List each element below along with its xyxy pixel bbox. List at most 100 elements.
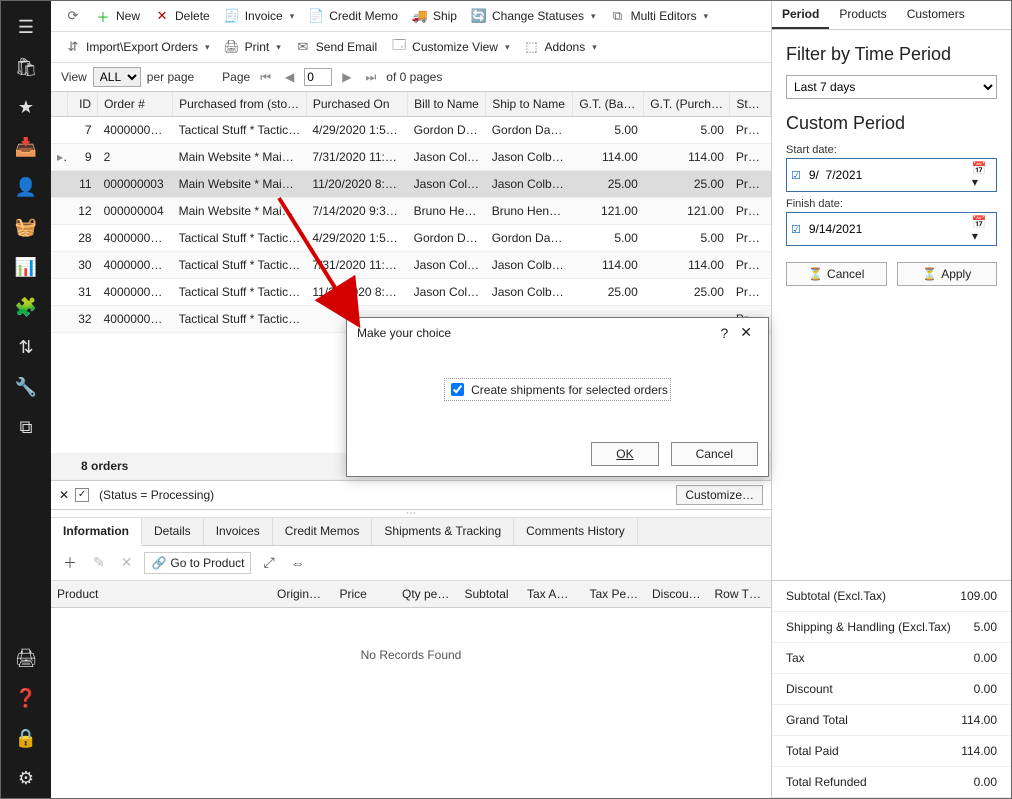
filter-clear-button[interactable]: ✕ [59, 488, 69, 502]
star-icon[interactable]: ★ [1, 87, 51, 127]
col-tax-am-[interactable]: Tax Am… [521, 581, 584, 608]
addons-button[interactable]: ⬚Addons▾ [518, 36, 603, 58]
view-select[interactable]: ALL [93, 67, 141, 87]
edit-row-button[interactable]: ✎ [89, 552, 109, 573]
table-row[interactable]: 12000000004Main Website * Main …7/14/202… [51, 198, 771, 225]
caret-icon: ▾ [276, 42, 281, 53]
customize-view-button[interactable]: 🗔Customize View▾ [385, 36, 515, 58]
menu-icon[interactable]: ☰ [1, 7, 51, 47]
col-base[interactable]: G.T. (Base) [573, 92, 644, 117]
col-original-price[interactable]: Original Price [271, 581, 334, 608]
total-row: Subtotal (Excl.Tax)109.00 [772, 581, 1011, 612]
inbox-icon[interactable]: 📥 [1, 127, 51, 167]
gear-icon[interactable]: ⚙ [1, 758, 51, 798]
col-bill[interactable]: Bill to Name [408, 92, 486, 117]
table-row[interactable]: 284000000013Tactical Stuff * Tactical…4/… [51, 225, 771, 252]
prev-page-button[interactable]: ◀ [281, 70, 298, 84]
chart-icon[interactable]: 📊 [1, 247, 51, 287]
col-store[interactable]: Purchased from (store) [173, 92, 307, 117]
tab-invoices[interactable]: Invoices [204, 518, 273, 545]
refresh-button[interactable]: ⟳ [59, 5, 87, 27]
modal-ok-button[interactable]: OK [591, 442, 658, 466]
col-purch[interactable]: G.T. (Purchased) [644, 92, 730, 117]
invoice-icon[interactable]: 🖨 [1, 638, 51, 678]
copy-icon[interactable]: ⧉ [1, 407, 51, 447]
lock-icon[interactable]: 🔒 [1, 718, 51, 758]
col-discou-[interactable]: Discou… [646, 581, 709, 608]
filter-checkbox[interactable]: ✓ [75, 488, 89, 502]
help-icon[interactable]: ❓ [1, 678, 51, 718]
customize-button[interactable]: Customize… [676, 485, 763, 505]
modal-checkbox[interactable] [451, 383, 464, 396]
print-button[interactable]: 🖨Print▾ [218, 36, 287, 58]
finish-date-field[interactable] [807, 221, 966, 237]
first-page-button[interactable]: ⏮ [256, 70, 275, 85]
period-preset-select[interactable]: Last 7 days [786, 75, 997, 99]
add-row-button[interactable]: ＋ [59, 551, 81, 575]
start-date-field[interactable] [807, 167, 966, 183]
tab-credit-memos[interactable]: Credit Memos [273, 518, 373, 545]
import-export-label: Import\Export Orders [86, 40, 198, 54]
modal-close-button[interactable]: ✕ [734, 324, 758, 341]
page-input[interactable] [304, 68, 332, 86]
col-subtotal[interactable]: Subtotal [459, 581, 522, 608]
col-product[interactable]: Product [51, 581, 271, 608]
calendar-icon[interactable]: 📅▾ [972, 215, 992, 243]
tab-details[interactable]: Details [142, 518, 204, 545]
send-email-button[interactable]: ✉Send Email [289, 36, 383, 58]
next-page-button[interactable]: ▶ [338, 70, 355, 84]
delete-button[interactable]: ✕Delete [148, 5, 216, 27]
tab-shipments-tracking[interactable]: Shipments & Tracking [372, 518, 514, 545]
tab-information[interactable]: Information [51, 518, 142, 546]
calendar-icon[interactable]: 📅▾ [972, 161, 992, 189]
modal-help-button[interactable]: ? [714, 325, 734, 341]
table-row[interactable]: 314000000016Tactical Stuff * Tactical…11… [51, 279, 771, 306]
puzzle-icon[interactable]: 🧩 [1, 287, 51, 327]
delete-row-button[interactable]: ✕ [117, 552, 137, 573]
rtab-products[interactable]: Products [829, 1, 896, 29]
col-row-t-[interactable]: Row T… [709, 581, 772, 608]
col-qty-pe-[interactable]: Qty pe… [396, 581, 459, 608]
change-statuses-button[interactable]: 🔄Change Statuses▾ [465, 5, 602, 27]
expand-button[interactable]: ⤢ [259, 552, 278, 573]
start-date-input[interactable]: ☑📅▾ [786, 158, 997, 192]
table-row[interactable]: 74000000006Tactical Stuff * Tactical…4/2… [51, 117, 771, 144]
col-status[interactable]: St… [730, 92, 771, 117]
col-order[interactable]: Order # [98, 92, 173, 117]
sync-icon[interactable]: ⇅ [1, 327, 51, 367]
table-row[interactable]: 11000000003Main Website * Main …11/20/20… [51, 171, 771, 198]
splitter[interactable]: ⋯ [51, 510, 771, 518]
col-expand[interactable] [51, 92, 67, 117]
last-page-button[interactable]: ⏭ [361, 70, 380, 85]
col-id[interactable]: ID [67, 92, 97, 117]
modal-option[interactable]: Create shipments for selected orders [444, 378, 671, 401]
filter-apply-button[interactable]: ⏳Apply [897, 262, 998, 286]
store-icon[interactable]: 🛍 [1, 47, 51, 87]
page-label: Page [222, 70, 250, 84]
col-ship[interactable]: Ship to Name [486, 92, 573, 117]
rtab-customers[interactable]: Customers [897, 1, 975, 29]
ship-button[interactable]: 🚚Ship [406, 5, 463, 27]
rtab-period[interactable]: Period [772, 1, 829, 29]
col-tax-pe-[interactable]: Tax Pe… [584, 581, 647, 608]
tab-comments-history[interactable]: Comments History [514, 518, 638, 545]
invoice-button[interactable]: 🧾Invoice▾ [218, 5, 301, 27]
filter-cancel-button[interactable]: ⏳Cancel [786, 262, 887, 286]
table-row[interactable]: 304000000015Tactical Stuff * Tactical…7/… [51, 252, 771, 279]
new-button[interactable]: ＋New [89, 5, 146, 27]
col-price[interactable]: Price [334, 581, 397, 608]
credit-memo-button[interactable]: 📄Credit Memo [302, 5, 404, 27]
import-export-button[interactable]: ⇵Import\Export Orders▾ [59, 36, 216, 58]
modal-cancel-button[interactable]: Cancel [671, 442, 758, 466]
person-icon[interactable]: 👤 [1, 167, 51, 207]
split-button[interactable]: ⇔ [287, 553, 309, 573]
basket-icon[interactable]: 🧺 [1, 207, 51, 247]
multi-editors-button[interactable]: ⧉Multi Editors▾ [604, 5, 715, 27]
col-on[interactable]: Purchased On [306, 92, 407, 117]
finish-date-input[interactable]: ☑📅▾ [786, 212, 997, 246]
wrench-icon[interactable]: 🔧 [1, 367, 51, 407]
table-row[interactable]: ▸92Main Website * Main …7/31/2020 11:5…J… [51, 144, 771, 171]
goto-product-button[interactable]: 🔗Go to Product [144, 552, 251, 574]
modal-title: Make your choice [357, 326, 451, 340]
totals-panel: Subtotal (Excl.Tax)109.00Shipping & Hand… [772, 580, 1011, 798]
